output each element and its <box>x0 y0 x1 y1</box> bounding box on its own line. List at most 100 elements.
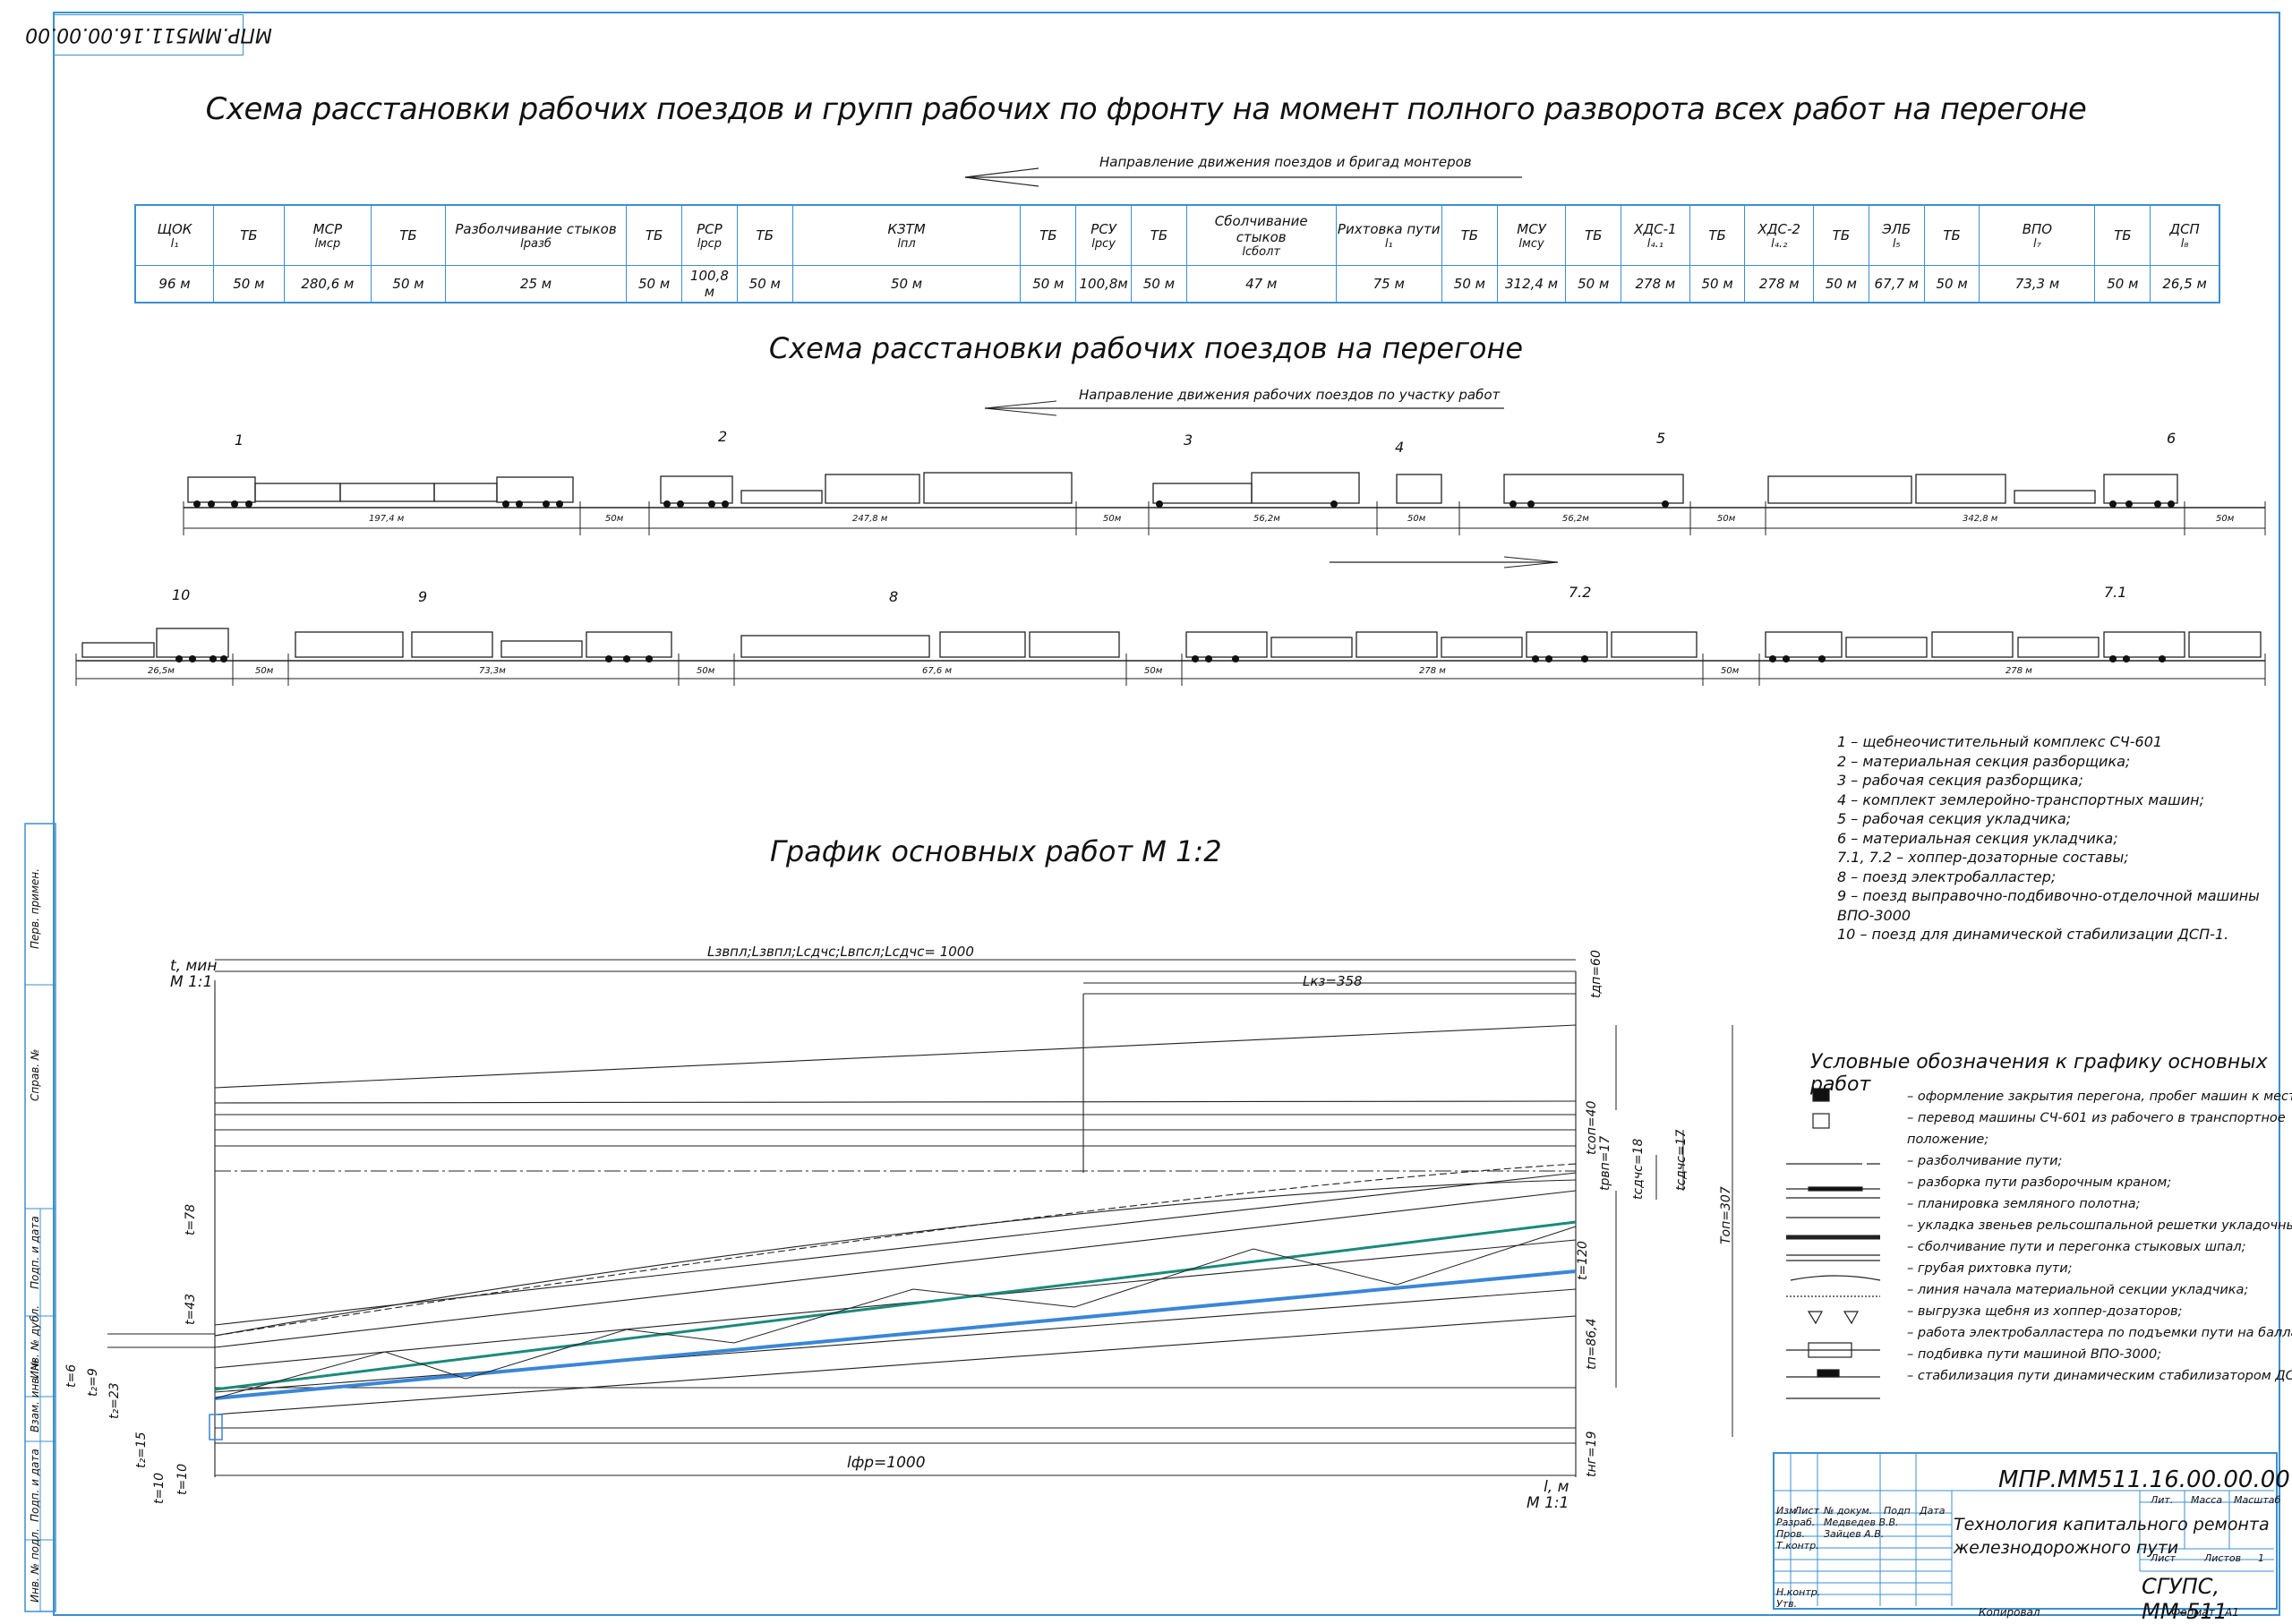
front-table-value-cell: 50 м <box>1441 265 1498 303</box>
front-table-header-cell: РСУ lрсу <box>1075 204 1133 266</box>
side-strip-label: Подп. и дата <box>29 1449 41 1522</box>
graph-right-label: tдп=60 <box>1589 950 1604 998</box>
train-number: 4 <box>1395 439 1405 456</box>
dimension-label: 197,4 м <box>369 514 405 524</box>
front-table-header-cell: ЩОК l₁ <box>134 204 215 266</box>
front-table-header-cell: ТБ <box>1565 204 1622 266</box>
front-table-header-cell: ТБ <box>1131 204 1187 266</box>
dimension-label: 50м <box>697 666 715 676</box>
front-table-header-cell: МСР lмср <box>283 204 372 266</box>
front-table-header-cell: ТБ <box>1441 204 1498 266</box>
front-table-header-cell: ДСП l₈ <box>2150 204 2220 266</box>
graph-right-label: tп=86,4 <box>1585 1318 1599 1370</box>
legend-trains: 1 – щебнеочистительный комплекс СЧ-601 2 … <box>1837 732 2260 944</box>
front-table-value-cell: 50 м <box>791 265 1022 303</box>
legend-graph-item: – сболчивание пути и перегонка стыковых … <box>1907 1240 2246 1254</box>
side-strip-label: Взам. инв. № <box>29 1359 41 1432</box>
dimension-label: 278 м <box>1419 666 1446 676</box>
legend-graph-item: – перевод машины СЧ-601 из рабочего в тр… <box>1907 1111 2286 1125</box>
front-table-header-cell: ТБ <box>2094 204 2151 266</box>
graph-left-label: t=43 <box>184 1293 198 1325</box>
front-table-header-cell: ЭЛБ l₅ <box>1868 204 1925 266</box>
front-table-header-cell: ТБ <box>213 204 285 266</box>
legend-trains-item: 6 – материальная секция укладчика; <box>1837 829 2118 847</box>
front-table-value-cell: 75 м <box>1335 265 1442 303</box>
legend-trains-item: 9 – поезд выправочно-подбивочно-отделочн… <box>1837 887 2260 904</box>
legend-trains-item: 4 – комплект землеройно-транспортных маш… <box>1837 791 2205 808</box>
row-razrab: Разраб. <box>1776 1517 1816 1528</box>
train-number: 1 <box>235 432 244 449</box>
sheet-code-stamp: МПР.ММ511.16.00.00.00 <box>25 14 272 56</box>
train-number: 10 <box>172 586 191 603</box>
col-list: Лист <box>1794 1505 1819 1517</box>
front-table-value-cell: 73,3 м <box>1979 265 2096 303</box>
wheels-row2 <box>175 655 2166 662</box>
front-table-header-cell: ТБ <box>371 204 446 266</box>
dimension-label: 73,3м <box>479 666 506 676</box>
graph-left-label: t₂=9 <box>86 1368 100 1397</box>
graph-lkz: Lкз=358 <box>1303 973 1363 989</box>
graph-x-axis-label: l, мМ 1:1 <box>1527 1478 1569 1512</box>
train-number: 9 <box>418 588 428 605</box>
legend-graph-item: – работа электробалластера по подъемки п… <box>1907 1326 2292 1340</box>
drawing-sheet: МПР.ММ511.16.00.00.00 Схема расстановки … <box>0 0 2292 1624</box>
front-table-value-cell: 50 м <box>1131 265 1187 303</box>
front-table-header-cell: ХДС-2 l₄.₂ <box>1744 204 1814 266</box>
front-table-header-cell: ХДС-1 l₄.₁ <box>1621 204 1690 266</box>
train-number: 5 <box>1656 430 1666 447</box>
direction-label-2: Направление движения рабочих поездов по … <box>1079 387 1501 403</box>
legend-trains-item: 8 – поезд электробалластер; <box>1837 868 2057 885</box>
graph-legend-symbols <box>1786 1088 1881 1399</box>
row-prov: Пров. <box>1776 1528 1805 1540</box>
work-graph <box>107 970 1577 1477</box>
format-value: А1 <box>2225 1606 2239 1619</box>
legend-trains-item: 5 – рабочая секция укладчика; <box>1837 810 2072 827</box>
graph-y-axis-label: t, мин М 1:1 <box>170 957 218 991</box>
graph-left-label: t=10 <box>175 1463 190 1495</box>
dimension-label: 342,8 м <box>1963 514 1998 524</box>
legend-graph-item: – укладка звеньев рельсошпальной решетки… <box>1907 1218 2292 1233</box>
front-table-header-cell: КЗТМ lпл <box>791 204 1022 266</box>
side-strip-label: Подп. и дата <box>29 1216 41 1289</box>
front-table-value-cell: 67,7 м <box>1868 265 1925 303</box>
front-table-value-cell: 280,6 м <box>283 265 372 303</box>
front-table-value-cell: 96 м <box>134 265 215 303</box>
front-table-value-cell: 47 м <box>1185 265 1337 303</box>
front-table-value-cell: 50 м <box>371 265 446 303</box>
dimension-label: 50м <box>1717 514 1736 524</box>
graph-right-label: tсдчс=18 <box>1631 1138 1646 1200</box>
dimension-label: 56,2м <box>1253 514 1280 524</box>
legend-graph-item: – оформление закрытия перегона, пробег м… <box>1907 1090 2292 1104</box>
graph-legend: – оформление закрытия перегона, пробег м… <box>1907 1086 2292 1387</box>
graph-title: График основных работ М 1:2 <box>770 834 1222 868</box>
graph-right-label: tнг=19 <box>1585 1431 1599 1477</box>
row-utv: Утв. <box>1776 1598 1798 1610</box>
side-strip-label: Справ. № <box>29 1048 41 1101</box>
graph-right-label: tсоп=40 <box>1585 1100 1599 1155</box>
front-table-value-cell: 50 м <box>1020 265 1077 303</box>
train-number: 6 <box>2167 430 2177 447</box>
front-table-value-row: 96 м 50 м 280,6 м 50 м 25 м 50 м 100,8 м 50 м 50… <box>134 265 2220 303</box>
trains-scheme-title: Схема расстановки рабочих поездов на пер… <box>768 331 1524 365</box>
dimension-label: 50м <box>1103 514 1122 524</box>
col-doc: № докум. <box>1824 1505 1873 1517</box>
scale-label: Масштаб <box>2234 1494 2281 1506</box>
front-table-value-cell: 278 м <box>1744 265 1814 303</box>
front-table-value-cell: 278 м <box>1621 265 1690 303</box>
front-table-header-cell: РСР lрср <box>681 204 738 266</box>
legend-trains-item: ВПО-3000 <box>1837 906 1911 924</box>
graph-left-label: t=6 <box>64 1363 79 1388</box>
train-number: 7.1 <box>2104 584 2127 601</box>
legend-trains-item: 1 – щебнеочистительный комплекс СЧ-601 <box>1837 733 2163 750</box>
graph-left-label: t₂=15 <box>134 1432 149 1468</box>
developer-name: Медведев В.В. <box>1824 1517 1899 1528</box>
graph-left-label: t=10 <box>152 1472 167 1504</box>
legend-graph-item: – планировка земляного полотна; <box>1907 1197 2141 1211</box>
legend-trains-item: 3 – рабочая секция разборщика; <box>1837 772 2083 789</box>
front-table-value-cell: 50 м <box>1565 265 1622 303</box>
graph-right-label: Tоп=307 <box>1719 1186 1733 1244</box>
sheets-label: Листов <box>2204 1552 2242 1564</box>
blue-line <box>214 1269 1577 1400</box>
legend-graph-item: – выгрузка щебня из хоппер-дозаторов; <box>1907 1304 2183 1319</box>
front-table-header-row: ЩОК l₁ ТБ МСР lмср ТБ Разболчивание стыков lраз… <box>134 204 2220 266</box>
